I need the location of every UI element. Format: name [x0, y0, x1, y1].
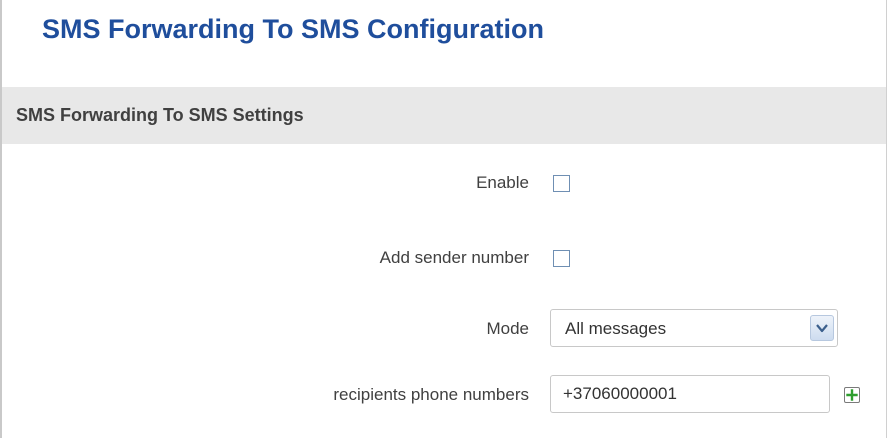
- section-header: SMS Forwarding To SMS Settings: [2, 87, 886, 144]
- mode-select[interactable]: All messages: [550, 309, 838, 347]
- recipients-label: recipients phone numbers: [333, 385, 529, 404]
- mode-label: Mode: [486, 319, 529, 338]
- add-sender-number-label: Add sender number: [379, 248, 529, 267]
- add-icon[interactable]: [843, 386, 861, 404]
- chevron-down-icon[interactable]: [810, 315, 834, 341]
- section-title: SMS Forwarding To SMS Settings: [16, 105, 304, 125]
- enable-checkbox[interactable]: [553, 175, 570, 192]
- mode-row: Mode All messages: [2, 309, 886, 349]
- recipients-phone-input[interactable]: [550, 375, 830, 413]
- enable-row: Enable: [2, 163, 886, 203]
- add-sender-number-row: Add sender number: [2, 238, 886, 278]
- add-sender-number-checkbox[interactable]: [553, 250, 570, 267]
- page-title: SMS Forwarding To SMS Configuration: [42, 14, 544, 44]
- mode-select-value: All messages: [565, 319, 667, 338]
- enable-label: Enable: [476, 173, 529, 192]
- settings-panel: SMS Forwarding To SMS Configuration SMS …: [0, 0, 887, 438]
- recipients-row: recipients phone numbers: [2, 375, 886, 415]
